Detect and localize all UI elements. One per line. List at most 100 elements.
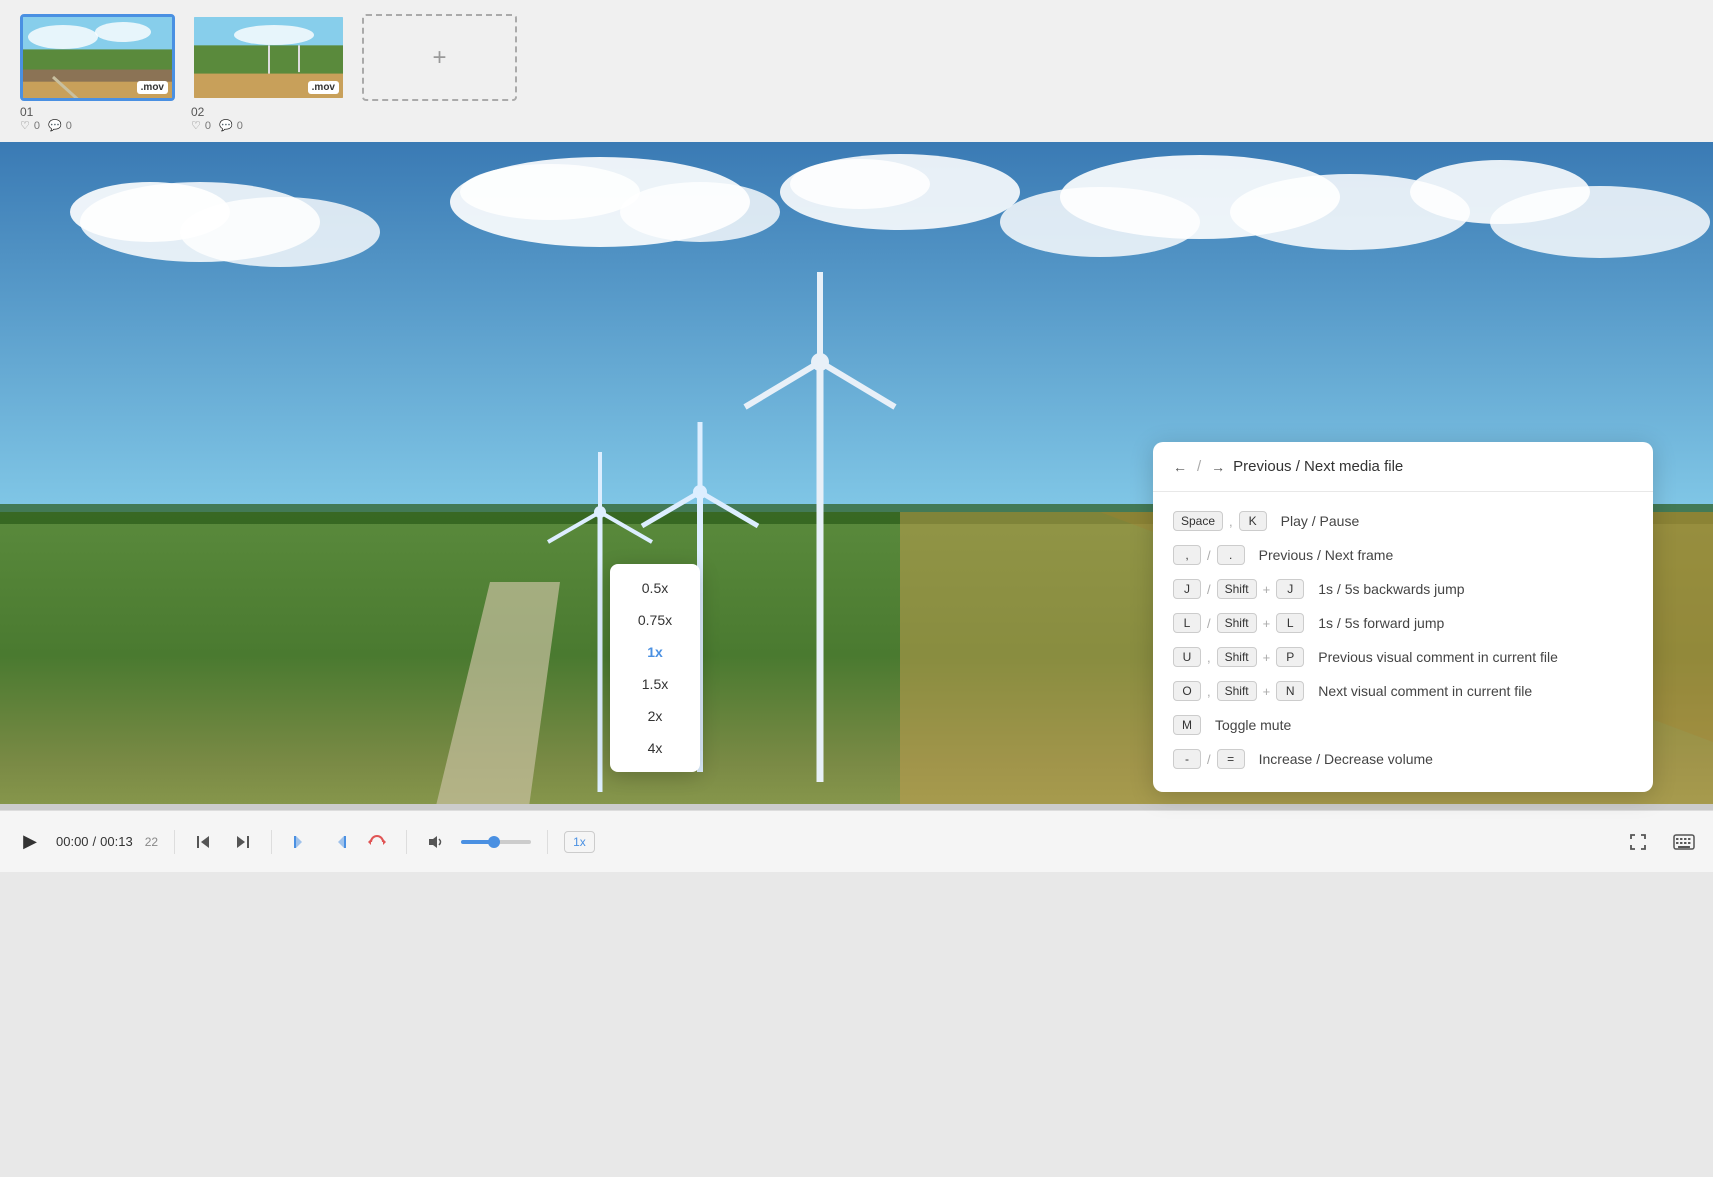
- speed-button[interactable]: 1x: [564, 831, 595, 853]
- play-button[interactable]: ▶: [16, 828, 44, 856]
- shortcut-prev-comment: U , Shift + P Previous visual comment in…: [1173, 640, 1633, 674]
- frame-number: 22: [145, 835, 158, 849]
- speed-option-2x[interactable]: 2x: [610, 700, 700, 732]
- time-sep: /: [93, 834, 97, 849]
- filmstrip-item-2[interactable]: .mov 02 ♡ 0 💬 0: [191, 14, 346, 132]
- comments-count-2: 0: [237, 120, 243, 132]
- volume-button[interactable]: [423, 829, 449, 855]
- filmstrip-label-1: 01: [20, 105, 33, 119]
- prev-file-button[interactable]: [191, 829, 217, 855]
- time-total: 00:13: [100, 834, 133, 849]
- volume-slider-wrap: [461, 840, 531, 844]
- speed-option-0.75x[interactable]: 0.75x: [610, 604, 700, 636]
- shortcut-next-comment-desc: Next visual comment in current file: [1318, 683, 1532, 699]
- shortcut-fwd-desc: 1s / 5s forward jump: [1318, 615, 1444, 631]
- shortcuts-body: Space , K Play / Pause , / . Previous / …: [1153, 492, 1653, 792]
- divider-2: [271, 830, 272, 854]
- sep7: ,: [1207, 650, 1211, 665]
- key-l: L: [1173, 613, 1201, 633]
- fullscreen-button[interactable]: [1625, 829, 1651, 855]
- filmstrip-label-2: 02: [191, 105, 204, 119]
- sep6: +: [1263, 616, 1271, 631]
- sep5: /: [1207, 616, 1211, 631]
- shortcut-frame-desc: Previous / Next frame: [1259, 547, 1394, 563]
- shortcut-play-pause: Space , K Play / Pause: [1173, 504, 1633, 538]
- shortcut-volume: - / = Increase / Decrease volume: [1173, 742, 1633, 776]
- filmstrip-thumb-1[interactable]: .mov: [20, 14, 175, 101]
- filmstrip: .mov 01 ♡ 0 💬 0: [0, 0, 1713, 142]
- add-file-wrapper: +: [362, 14, 517, 101]
- key-shift4: Shift: [1217, 681, 1257, 701]
- comments-count-1: 0: [66, 120, 72, 132]
- speed-option-4x[interactable]: 4x: [610, 732, 700, 764]
- shortcut-next-comment: O , Shift + N Next visual comment in cur…: [1173, 674, 1633, 708]
- sep9: ,: [1207, 684, 1211, 699]
- heart-icon-2: ♡: [191, 119, 201, 132]
- key-p: P: [1276, 647, 1304, 667]
- key-space: Space: [1173, 511, 1223, 531]
- sep1: ,: [1229, 514, 1233, 529]
- next-file-button[interactable]: [229, 829, 255, 855]
- key-o: O: [1173, 681, 1201, 701]
- key-dot: .: [1217, 545, 1245, 565]
- key-equals: =: [1217, 749, 1245, 769]
- shortcuts-header-desc: Previous / Next media file: [1233, 458, 1403, 475]
- shortcut-mute-desc: Toggle mute: [1215, 717, 1291, 733]
- shortcut-fwd-jump: L / Shift + L 1s / 5s forward jump: [1173, 606, 1633, 640]
- trim-end-button[interactable]: [326, 829, 352, 855]
- shortcut-volume-desc: Increase / Decrease volume: [1259, 751, 1433, 767]
- header-slash: /: [1197, 458, 1201, 475]
- key-minus: -: [1173, 749, 1201, 769]
- add-file-button[interactable]: +: [362, 14, 517, 101]
- likes-count-1: 0: [34, 120, 40, 132]
- key-shift2: Shift: [1217, 613, 1257, 633]
- filmstrip-meta-1: ♡ 0 💬 0: [20, 119, 72, 132]
- sep10: +: [1263, 684, 1271, 699]
- shortcuts-header: ← / → Previous / Next media file: [1153, 442, 1653, 492]
- time-current: 00:00: [56, 834, 89, 849]
- key-j2: J: [1276, 579, 1304, 599]
- sep4: +: [1263, 582, 1271, 597]
- filmstrip-thumb-2[interactable]: .mov: [191, 14, 346, 101]
- speed-option-1.5x[interactable]: 1.5x: [610, 668, 700, 700]
- shortcuts-popup: ← / → Previous / Next media file Space ,…: [1153, 442, 1653, 792]
- shortcut-play-desc: Play / Pause: [1281, 513, 1360, 529]
- loop-button[interactable]: [364, 829, 390, 855]
- key-m: M: [1173, 715, 1201, 735]
- trim-start-button[interactable]: [288, 829, 314, 855]
- key-u: U: [1173, 647, 1201, 667]
- speed-option-1x[interactable]: 1x: [610, 636, 700, 668]
- shortcut-frame: , / . Previous / Next frame: [1173, 538, 1633, 572]
- filmstrip-item-1[interactable]: .mov 01 ♡ 0 💬 0: [20, 14, 175, 132]
- sep2: /: [1207, 548, 1211, 563]
- divider-1: [174, 830, 175, 854]
- play-icon: ▶: [23, 831, 37, 852]
- filmstrip-number-1: 01: [20, 105, 33, 119]
- keyboard-shortcuts-button[interactable]: [1671, 829, 1697, 855]
- right-arrow-icon: →: [1211, 459, 1225, 475]
- key-comma: ,: [1173, 545, 1201, 565]
- shortcut-mute: M Toggle mute: [1173, 708, 1633, 742]
- key-j: J: [1173, 579, 1201, 599]
- sep3: /: [1207, 582, 1211, 597]
- volume-thumb: [488, 836, 500, 848]
- frame-group: 22: [145, 835, 158, 849]
- left-arrow-icon: ←: [1173, 459, 1187, 475]
- key-l2: L: [1276, 613, 1304, 633]
- key-n: N: [1276, 681, 1304, 701]
- speed-popup: 0.5x 0.75x 1x 1.5x 2x 4x: [610, 564, 700, 772]
- comment-icon-1: 💬: [48, 119, 62, 132]
- sep8: +: [1263, 650, 1271, 665]
- shortcut-back-jump: J / Shift + J 1s / 5s backwards jump: [1173, 572, 1633, 606]
- shortcut-prev-comment-desc: Previous visual comment in current file: [1318, 649, 1558, 665]
- sep11: /: [1207, 752, 1211, 767]
- filmstrip-meta-2: ♡ 0 💬 0: [191, 119, 243, 132]
- divider-4: [547, 830, 548, 854]
- key-shift: Shift: [1217, 579, 1257, 599]
- filmstrip-number-2: 02: [191, 105, 204, 119]
- time-group: 00:00 / 00:13: [56, 834, 133, 849]
- speed-option-0.5x[interactable]: 0.5x: [610, 572, 700, 604]
- volume-slider[interactable]: [461, 840, 531, 844]
- controls-bar: ▶ 00:00 / 00:13 22: [0, 810, 1713, 872]
- video-player: 0.5x 0.75x 1x 1.5x 2x 4x ← / → Previous …: [0, 142, 1713, 872]
